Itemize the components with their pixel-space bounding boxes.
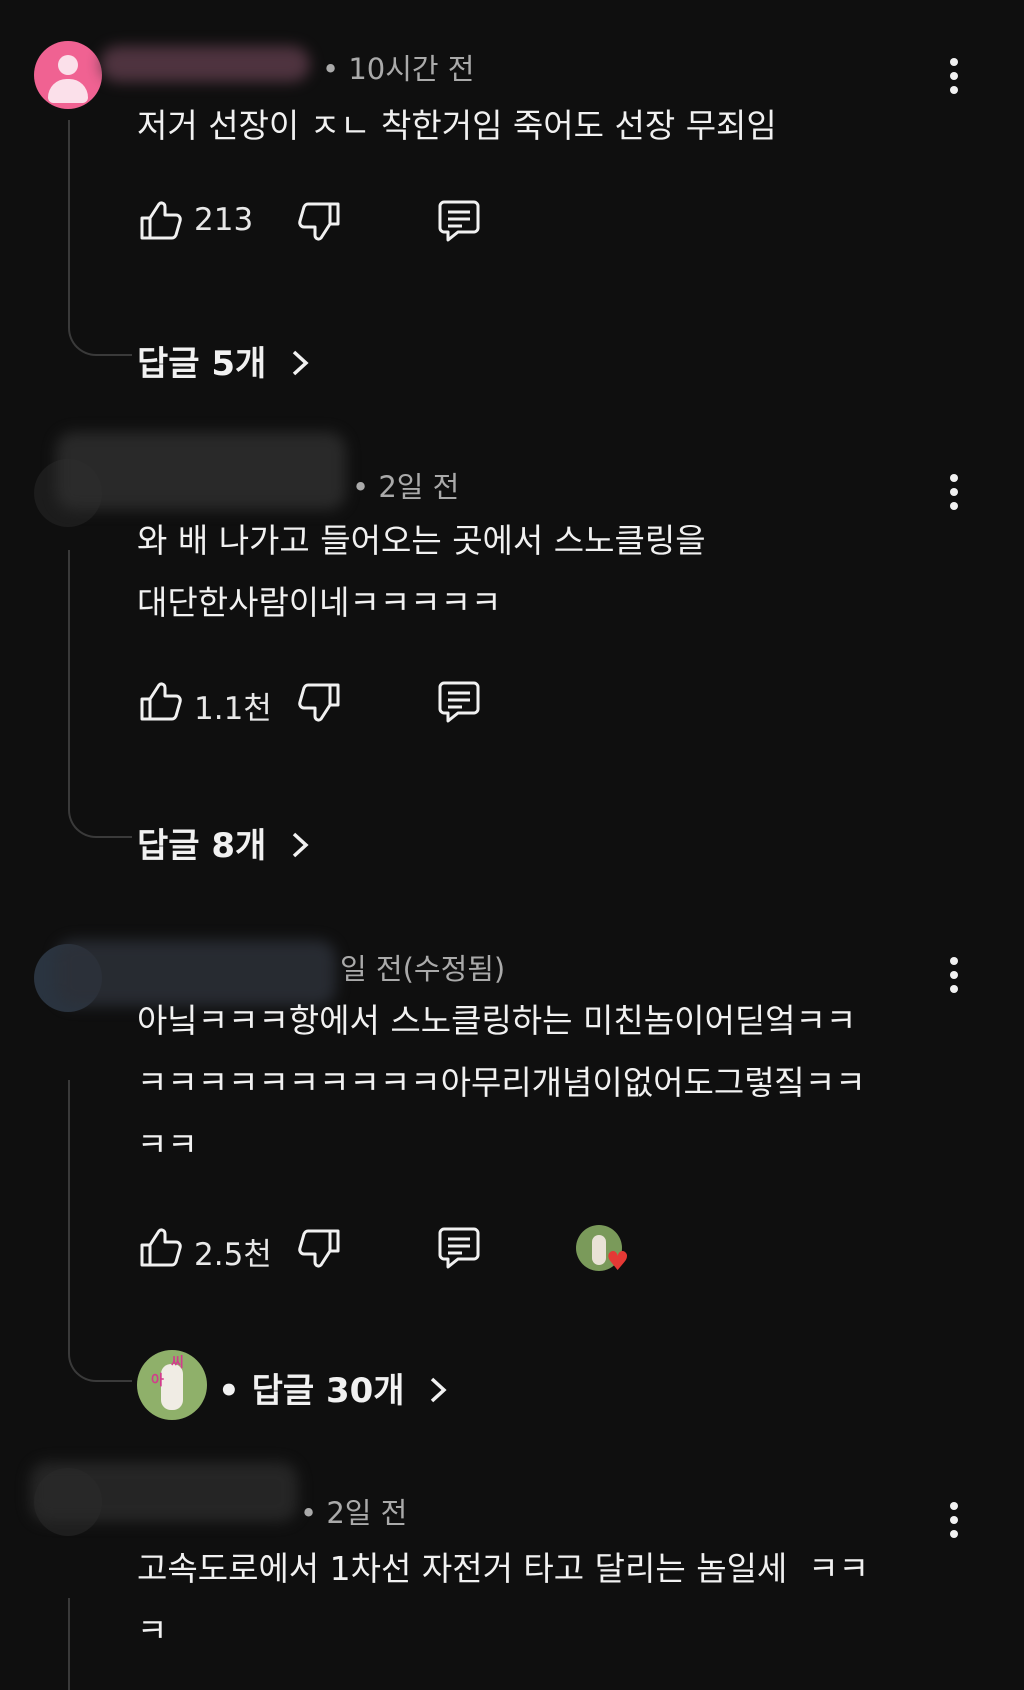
thread-connector bbox=[68, 1598, 70, 1690]
reply-icon[interactable] bbox=[434, 196, 484, 246]
comment-actions: 2.5천 ♥ bbox=[134, 1223, 654, 1277]
comment-text: 와 배 나가고 들어오는 곳에서 스노클링을 대단한사람이네ㅋㅋㅋㅋㅋ bbox=[137, 521, 706, 622]
comment-actions: 1.1천 bbox=[134, 677, 534, 727]
like-count: 1.1천 bbox=[194, 691, 272, 727]
chevron-right-icon bbox=[293, 350, 309, 376]
replies-label: • 답글 30개 bbox=[218, 1371, 405, 1411]
view-replies-button[interactable]: • 답글 30개 bbox=[218, 1363, 450, 1412]
comment-text: 저거 선장이 ㅈㄴ 착한거임 죽어도 선장 무죄임 bbox=[137, 106, 777, 145]
comment-timestamp: • 2일 전 bbox=[352, 470, 460, 504]
more-vert-icon[interactable] bbox=[940, 54, 968, 98]
reply-icon[interactable] bbox=[434, 677, 484, 727]
redacted-username bbox=[100, 46, 310, 82]
chevron-right-icon bbox=[431, 1377, 447, 1403]
comment-timestamp: 일 전(수정됨) bbox=[340, 952, 506, 986]
more-vert-icon[interactable] bbox=[940, 1498, 968, 1542]
view-replies-button[interactable]: 답글 8개 bbox=[137, 818, 312, 867]
thumb-down-icon[interactable] bbox=[296, 196, 346, 246]
replies-label: 답글 5개 bbox=[137, 344, 267, 384]
heart-icon: ♥ bbox=[606, 1247, 630, 1277]
more-vert-icon[interactable] bbox=[940, 470, 968, 514]
redacted-username bbox=[30, 1462, 298, 1522]
reply-avatar: 아 씨 bbox=[137, 1350, 207, 1420]
thumb-up-icon[interactable] bbox=[134, 196, 184, 246]
avatar[interactable] bbox=[34, 41, 102, 109]
thread-connector bbox=[68, 120, 132, 356]
thread-connector bbox=[68, 550, 132, 838]
comment-actions: 213 bbox=[134, 196, 534, 246]
thumb-down-icon[interactable] bbox=[296, 677, 346, 727]
like-count: 213 bbox=[194, 202, 254, 238]
thumb-down-icon[interactable] bbox=[296, 1223, 346, 1273]
thread-connector bbox=[68, 1080, 132, 1382]
comment-text: 아닠ㅋㅋㅋ항에서 스노클링하는 미친놈이어딛엌ㅋㅋ ㅋㅋㅋㅋㅋㅋㅋㅋㅋㅋ아무리개… bbox=[137, 1001, 866, 1164]
comment-timestamp: • 10시간 전 bbox=[322, 52, 475, 86]
view-replies-button[interactable]: 답글 5개 bbox=[137, 336, 312, 385]
thumb-up-icon[interactable] bbox=[134, 1223, 184, 1273]
comment-text: 고속도로에서 1차선 자전거 타고 달리는 놈일세 ㅋㅋ ㅋ bbox=[137, 1549, 869, 1650]
chevron-right-icon bbox=[293, 832, 309, 858]
comment-timestamp: • 2일 전 bbox=[300, 1496, 408, 1530]
thumb-up-icon[interactable] bbox=[134, 677, 184, 727]
like-count: 2.5천 bbox=[194, 1237, 272, 1273]
redacted-username bbox=[56, 432, 346, 510]
reply-icon[interactable] bbox=[434, 1223, 484, 1273]
replies-label: 답글 8개 bbox=[137, 826, 267, 866]
